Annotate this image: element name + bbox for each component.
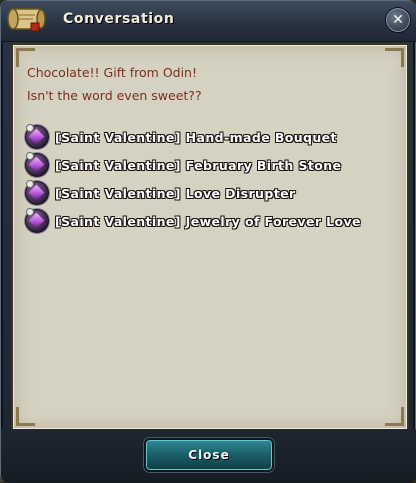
gift-gem-icon — [25, 152, 49, 177]
reward-item[interactable]: [Saint Valentine] Hand-made Bouquet — [25, 124, 337, 149]
scroll-icon — [7, 8, 46, 32]
corner-ornament-bottom-right — [385, 407, 404, 426]
gift-gem-icon — [25, 208, 49, 233]
reward-item-label: [Saint Valentine] Jewelry of Forever Lov… — [55, 213, 361, 229]
window-title: Conversation — [63, 11, 175, 27]
dialog-panel: Chocolate!! Gift from Odin! Isn't the wo… — [11, 43, 409, 431]
reward-item[interactable]: [Saint Valentine] Love Disrupter — [25, 180, 296, 205]
dialog-line-2: Isn't the word even sweet?? — [27, 88, 202, 103]
gift-gem-icon — [25, 180, 49, 205]
reward-item-label: [Saint Valentine] Hand-made Bouquet — [55, 129, 337, 145]
corner-ornament-top-right — [385, 48, 404, 67]
reward-item[interactable]: [Saint Valentine] February Birth Stone — [25, 152, 342, 177]
reward-item-label: [Saint Valentine] February Birth Stone — [55, 157, 342, 173]
reward-item[interactable]: [Saint Valentine] Jewelry of Forever Lov… — [25, 208, 361, 233]
title-bar[interactable]: Conversation ✕ — [1, 1, 416, 42]
conversation-window: Conversation ✕ Chocolate!! Gift from Odi… — [0, 0, 416, 483]
close-button[interactable]: Close — [144, 438, 274, 472]
corner-ornament-bottom-left — [16, 407, 35, 426]
gift-gem-icon — [25, 124, 49, 149]
close-icon[interactable]: ✕ — [385, 7, 411, 33]
dialog-line-1: Chocolate!! Gift from Odin! — [27, 65, 197, 80]
reward-item-label: [Saint Valentine] Love Disrupter — [55, 185, 296, 201]
